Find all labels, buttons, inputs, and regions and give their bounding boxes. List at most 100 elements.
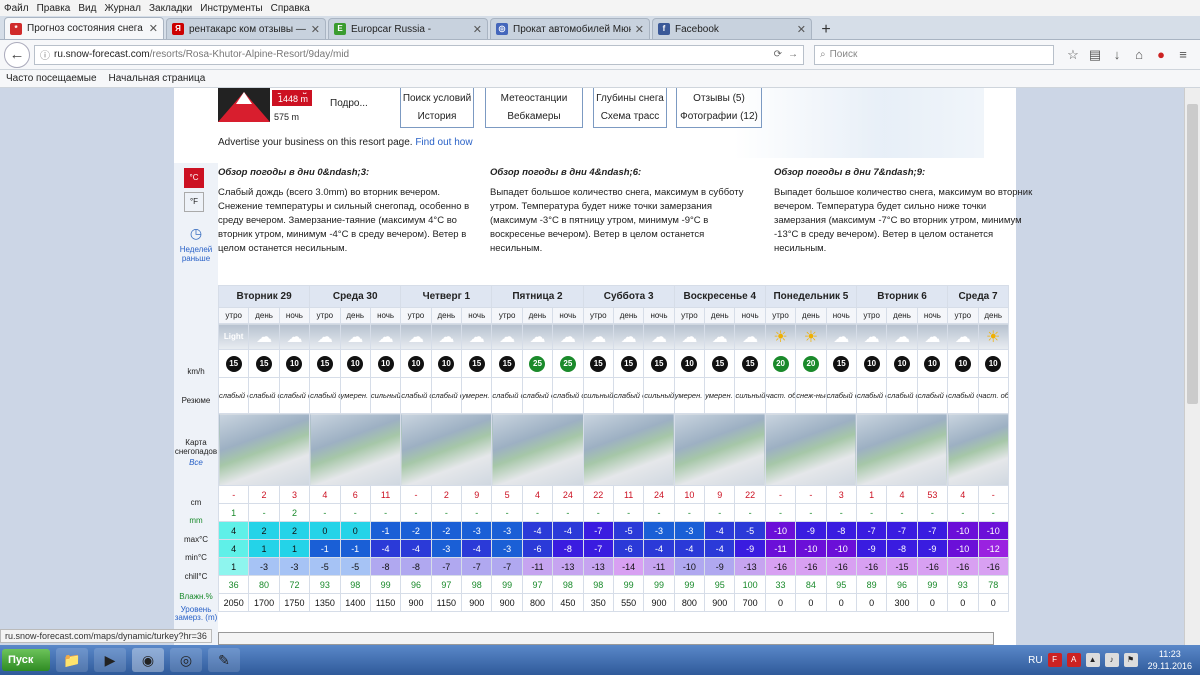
chill-cell: -3: [278, 557, 311, 576]
tmin-cell: -8: [552, 539, 584, 558]
day-header[interactable]: Вторник 6: [855, 285, 949, 308]
scroll-thumb[interactable]: [1187, 104, 1198, 404]
rain-cell: -: [734, 503, 766, 522]
tmax-cell: 2: [278, 521, 311, 540]
photos-link[interactable]: Фотографии (12): [677, 108, 761, 126]
volume-tray-icon[interactable]: ♪: [1104, 653, 1119, 667]
day-header[interactable]: Четверг 1: [400, 285, 493, 308]
details-link[interactable]: Подро...: [330, 98, 368, 109]
day-header[interactable]: Среда 7: [947, 285, 1009, 308]
bookmark-home-page[interactable]: Начальная страница: [109, 73, 206, 84]
menu-item[interactable]: Вид: [78, 3, 96, 14]
browser-tab[interactable]: * Прогноз состояния снега и ... ✕: [4, 17, 164, 39]
history-link[interactable]: История: [401, 108, 473, 126]
snow-depths-link[interactable]: Глубины снега: [594, 90, 666, 108]
network-tray-icon[interactable]: ▲: [1085, 653, 1100, 667]
reading-list-icon[interactable]: ▤: [1084, 47, 1106, 63]
rain-cell: -: [582, 503, 614, 522]
summary-column: Обзор погоды в дни 0&ndash;3: Слабый дожд…: [218, 166, 478, 256]
piste-map-link[interactable]: Схема трасс: [594, 108, 666, 126]
reviews-link[interactable]: Отзывы (5): [677, 90, 761, 108]
browser-tab[interactable]: ◎ Прокат автомобилей Мюнх... ✕: [490, 18, 650, 39]
webcams-link[interactable]: Вебкамеры: [486, 108, 582, 126]
clock-icon[interactable]: ◷: [174, 225, 218, 242]
day-header[interactable]: Пятница 2: [491, 285, 584, 308]
tab-title: Прогноз состояния снега и ...: [27, 23, 145, 34]
day-header[interactable]: Суббота 3: [582, 285, 675, 308]
start-button[interactable]: Пуск: [2, 649, 50, 671]
snowfall-map[interactable]: [491, 413, 584, 486]
celsius-button[interactable]: °C: [184, 168, 204, 188]
browser-tab[interactable]: Ярентакарс ком отзывы — ... ✕: [166, 18, 326, 39]
close-tab-icon[interactable]: ✕: [635, 23, 644, 36]
weather-icon: ☁: [825, 323, 857, 350]
advert-link[interactable]: Find out how: [415, 137, 472, 148]
snowfall-map[interactable]: [217, 413, 311, 486]
day-header[interactable]: Вторник 29: [217, 285, 311, 308]
forward-icon[interactable]: →: [788, 49, 798, 60]
firefox-icon[interactable]: ◉: [132, 648, 164, 672]
summary-cell: слабый снег: [248, 377, 280, 414]
weeks-earlier-link[interactable]: Неделей раньше: [176, 245, 216, 263]
snowfall-map[interactable]: [855, 413, 949, 486]
language-indicator[interactable]: RU: [1028, 655, 1042, 666]
snowfall-map[interactable]: [764, 413, 857, 486]
humidity-cell: 99: [612, 575, 645, 594]
flash-tray-icon[interactable]: F: [1047, 653, 1062, 667]
reload-icon[interactable]: ⟳: [774, 49, 782, 60]
vertical-scrollbar[interactable]: [1184, 88, 1200, 645]
menu-item[interactable]: Справка: [271, 3, 310, 14]
snowfall-map[interactable]: [309, 413, 402, 486]
address-bar[interactable]: ⓘ ru.snow-forecast.com /resorts/Rosa-Khu…: [34, 44, 804, 65]
weather-icon: ☁: [855, 323, 888, 350]
snowfall-map[interactable]: [400, 413, 493, 486]
acrobat-tray-icon[interactable]: A: [1066, 653, 1081, 667]
flag-tray-icon[interactable]: ⚑: [1123, 653, 1138, 667]
day-header[interactable]: Воскресенье 4: [673, 285, 766, 308]
snowfall-map[interactable]: [673, 413, 766, 486]
menu-item[interactable]: Правка: [37, 3, 71, 14]
menu-item[interactable]: Файл: [4, 3, 29, 14]
bookmark-star-icon[interactable]: ☆: [1062, 47, 1084, 63]
search-input[interactable]: ⌕ Поиск: [814, 44, 1054, 65]
day-header[interactable]: Понедельник 5: [764, 285, 857, 308]
home-icon[interactable]: ⌂: [1128, 47, 1150, 63]
close-tab-icon[interactable]: ✕: [797, 23, 806, 36]
new-tab-button[interactable]: +: [814, 21, 838, 39]
label-rain: mm: [189, 516, 203, 525]
horizontal-slider[interactable]: [218, 632, 994, 645]
back-button[interactable]: ←: [4, 41, 30, 68]
download-icon[interactable]: ↓: [1106, 47, 1128, 63]
tmax-cell: -2: [400, 521, 432, 540]
clock[interactable]: 11:23 29.11.2016: [1148, 648, 1192, 672]
paint-icon[interactable]: ✎: [208, 648, 240, 672]
tmax-cell: -4: [552, 521, 584, 540]
label-map-all[interactable]: Все: [174, 458, 218, 467]
adblock-icon[interactable]: ●: [1150, 47, 1172, 63]
weather-icon: ☁: [430, 323, 463, 350]
elevation-top: 1448 m: [276, 94, 311, 104]
explorer-icon[interactable]: 📁: [56, 648, 88, 672]
close-tab-icon[interactable]: ✕: [311, 23, 320, 36]
browser-tab[interactable]: E Europcar Russia - ✕: [328, 18, 488, 39]
snowfall-map[interactable]: [582, 413, 675, 486]
media-player-icon[interactable]: ▶: [94, 648, 126, 672]
fahrenheit-button[interactable]: °F: [184, 192, 204, 212]
tab-favicon-icon: E: [334, 23, 346, 35]
weather-stations-link[interactable]: Метеостанции: [486, 90, 582, 108]
browser-tab[interactable]: f Facebook ✕: [652, 18, 812, 39]
close-tab-icon[interactable]: ✕: [473, 23, 482, 36]
weather-icon: ☁: [734, 323, 766, 350]
tmax-cell: -9: [795, 521, 827, 540]
menu-item[interactable]: Журнал: [104, 3, 141, 14]
humidity-cell: 99: [369, 575, 402, 594]
search-conditions-link[interactable]: Поиск условий: [401, 90, 473, 108]
menu-icon[interactable]: ≡: [1172, 47, 1194, 63]
close-tab-icon[interactable]: ✕: [149, 22, 158, 35]
menu-item[interactable]: Инструменты: [200, 3, 262, 14]
day-header[interactable]: Среда 30: [309, 285, 402, 308]
menu-item[interactable]: Закладки: [149, 3, 192, 14]
snowfall-map[interactable]: [947, 413, 1009, 486]
chrome-icon[interactable]: ◎: [170, 648, 202, 672]
bookmark-most-visited[interactable]: Часто посещаемые: [6, 73, 97, 84]
